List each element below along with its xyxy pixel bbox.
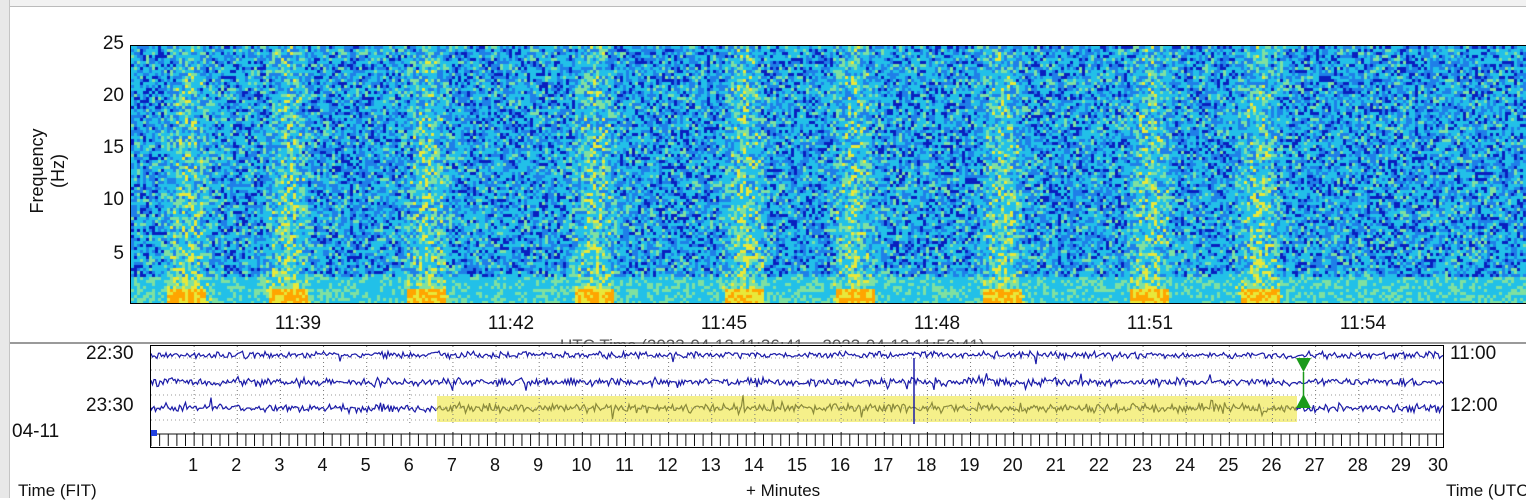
minute-tick-5: 5 [360, 455, 371, 475]
minute-tick-29: 29 [1390, 455, 1411, 475]
y-tick-10: 10 [102, 189, 124, 210]
minute-tick-25: 25 [1218, 455, 1239, 475]
x-tick-1139: 11:39 [274, 313, 322, 334]
minutes-axis-title: + Minutes [746, 481, 821, 500]
y-axis-label: Frequency (Hz) [27, 128, 68, 214]
minute-tick-4: 4 [317, 455, 328, 475]
minute-tick-14: 14 [743, 455, 764, 475]
end-marker [1296, 394, 1311, 408]
start-marker [1296, 358, 1311, 372]
spectrogram-canvas [131, 46, 1526, 303]
y-tick-20: 20 [102, 85, 124, 106]
right-axis-title: Time (UTC) [1446, 481, 1526, 500]
minute-tick-15: 15 [786, 455, 808, 475]
left-row-label-2230: 22:30 [86, 343, 134, 364]
minute-tick-17: 17 [873, 455, 894, 475]
minute-tick-30: 30 [1427, 455, 1449, 475]
minute-tick-6: 6 [403, 455, 414, 475]
minute-tick-19: 19 [959, 455, 980, 475]
minute-tick-22: 22 [1088, 455, 1109, 475]
x-tick-1148: 11:48 [913, 313, 961, 334]
minute-tick-28: 28 [1347, 455, 1368, 475]
trace-row-3c [1296, 401, 1443, 415]
minute-tick-16: 16 [830, 455, 851, 475]
right-row-label-1100: 11:00 [1450, 343, 1497, 364]
y-tick-25: 25 [102, 33, 124, 54]
helicorder-traces [151, 346, 1443, 446]
right-row-label-1200: 12:00 [1450, 395, 1498, 416]
minute-tick-11: 11 [615, 455, 634, 475]
minute-tick-26: 26 [1261, 455, 1282, 475]
minute-tick-7: 7 [446, 455, 457, 475]
left-row-label-2330: 23:30 [86, 395, 134, 416]
y-tick-15: 15 [102, 137, 124, 158]
y-tick-5: 5 [113, 243, 124, 264]
minute-tick-10: 10 [571, 455, 592, 475]
top-strip [0, 0, 1526, 7]
x-tick-1151: 11:51 [1126, 313, 1174, 334]
minute-tick-18: 18 [916, 455, 937, 475]
minute-tick-27: 27 [1304, 455, 1325, 475]
minute-tick-24: 24 [1175, 455, 1196, 475]
minute-tick-1: 1 [188, 455, 199, 475]
spectrogram-plot[interactable] [130, 45, 1526, 304]
left-edge [0, 0, 10, 498]
spectrogram-x-axis-title: UTC Time (2023-04-12 11:36:41 – 2023-04-… [560, 336, 985, 344]
start-dot [151, 430, 157, 436]
date-label: 04-11 [12, 421, 60, 442]
minute-tick-3: 3 [274, 455, 285, 475]
minute-tick-2: 2 [231, 455, 242, 475]
minute-tick-20: 20 [1002, 455, 1023, 475]
minute-tick-8: 8 [490, 455, 501, 475]
left-axis-title: Time (FIT) [18, 481, 97, 500]
minute-tick-23: 23 [1132, 455, 1153, 475]
minute-tick-13: 13 [700, 455, 721, 475]
minute-tick-21: 21 [1045, 455, 1066, 475]
x-tick-1145: 11:45 [700, 313, 748, 334]
x-tick-1154: 11:54 [1339, 313, 1387, 334]
minute-tick-12: 12 [657, 455, 678, 475]
minute-tick-9: 9 [533, 455, 544, 475]
x-tick-1142: 11:42 [487, 313, 535, 334]
trace-row-2 [151, 373, 1443, 392]
helicorder-plot[interactable] [150, 345, 1444, 448]
